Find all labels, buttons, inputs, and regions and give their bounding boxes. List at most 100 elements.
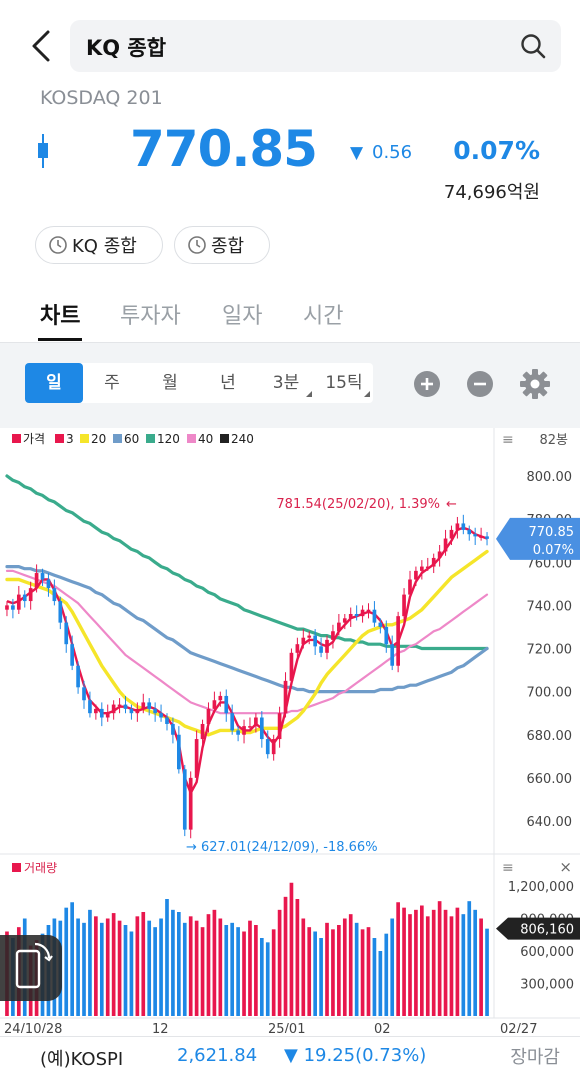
volume-bar [218, 918, 223, 1016]
candle-body [236, 730, 240, 735]
volume-bar [295, 899, 300, 1016]
candle-body [135, 708, 140, 714]
candle-body [105, 713, 110, 718]
volume-bar [224, 925, 229, 1016]
ma40-line [5, 569, 489, 715]
candlestick-icon[interactable] [36, 134, 50, 168]
candle-body [188, 777, 193, 830]
candle-body [402, 594, 406, 617]
price-tick-label: 800.00 [527, 470, 573, 485]
tab-time[interactable]: 시간 [303, 298, 343, 330]
legend-swatch [113, 434, 122, 443]
volume-bar [455, 907, 460, 1016]
candle-body [159, 713, 163, 718]
volume-bar [70, 902, 74, 1016]
search-icon[interactable] [519, 32, 547, 60]
candle-body [366, 609, 371, 612]
volume-bar [348, 914, 353, 1016]
volume-legend-swatch [12, 863, 21, 872]
volume-bar [390, 918, 395, 1016]
chip-label: KQ 종합 [72, 236, 137, 257]
tab-active-indicator [38, 338, 82, 341]
bottom-ticker-bar[interactable]: (예)KOSPI 2,621.84 ▼ 19.25(0.73%) 장마감 [0, 1036, 580, 1071]
max-price-arrow: ← [446, 497, 457, 512]
legend-swatch [146, 434, 155, 443]
legend-swatch [55, 434, 64, 443]
legend-swatch [12, 434, 21, 443]
period-week[interactable]: 주 [83, 363, 141, 403]
candle-body [265, 739, 270, 755]
candle-body [11, 605, 15, 610]
period-tick[interactable]: 15틱 [315, 363, 373, 403]
volume-tick-label: 300,000 [520, 978, 574, 993]
settings-gear-icon[interactable] [519, 368, 551, 400]
volume-bar [283, 896, 288, 1016]
volume-bar [88, 909, 92, 1016]
zoom-out-icon[interactable] [465, 369, 495, 399]
period-day[interactable]: 일 [25, 363, 83, 403]
volume-bar [366, 927, 371, 1016]
volume-bar [319, 938, 323, 1016]
candle-body [22, 594, 27, 602]
legend-label: 가격 [23, 432, 45, 446]
x-tick-label: 02/27 [500, 1022, 537, 1033]
back-button[interactable] [22, 28, 62, 68]
period-year[interactable]: 년 [199, 363, 257, 403]
price-change: 0.56 [372, 142, 413, 163]
legend-swatch [80, 434, 89, 443]
candle-body [70, 644, 74, 666]
index-chip-total[interactable]: 종합 [174, 226, 270, 264]
volume-bar [141, 912, 146, 1016]
rotate-screen-button[interactable] [0, 935, 62, 1001]
candle-body [46, 579, 51, 589]
candle-body [443, 538, 448, 552]
volume-bars: 거래량 [5, 861, 489, 1016]
tab-chart[interactable]: 차트 [40, 298, 80, 330]
legend-label: 3 [66, 432, 74, 446]
x-tick-label: 02 [374, 1022, 391, 1033]
zoom-in-icon[interactable] [412, 369, 442, 399]
search-input[interactable]: KQ 종합 [70, 20, 561, 72]
candle-body [307, 635, 312, 638]
candle-body [479, 536, 483, 538]
period-label: 3분 [272, 373, 300, 393]
candle-body [431, 557, 436, 567]
volume-bar [342, 918, 347, 1016]
ma3-line [6, 526, 488, 795]
dropdown-corner-icon [306, 391, 312, 397]
candle-body [437, 551, 442, 558]
tab-investor[interactable]: 투자자 [120, 298, 181, 330]
candle-body [467, 529, 472, 535]
candle-body [259, 717, 264, 740]
chart-panel[interactable]: 가격3206012040240 거래량 ≡82봉800.00780.00760.… [0, 428, 580, 1033]
volume-bar [473, 909, 478, 1016]
moving-average-lines [5, 474, 489, 795]
min-price-arrow: → [186, 840, 197, 855]
candle-body [289, 652, 294, 681]
candle-body [301, 637, 306, 645]
period-month[interactable]: 월 [141, 363, 199, 403]
tab-daily[interactable]: 일자 [222, 298, 262, 330]
period-minute[interactable]: 3분 [257, 363, 315, 403]
chart-area: 일 주 월 년 3분 15틱 가격 3 20 60 120 40 240 거래량… [0, 343, 580, 1033]
candle-body [111, 704, 116, 714]
volume-bar [64, 907, 69, 1016]
chip-label: 종합 [211, 236, 245, 257]
axis-menu-icon: ≡ [502, 432, 514, 448]
volume-bar [117, 920, 122, 1016]
volume-bar [325, 922, 329, 1016]
candle-body [147, 702, 152, 709]
candle-body [390, 644, 395, 666]
legend-label: 20 [91, 432, 106, 446]
volume-bar [153, 927, 157, 1016]
clock-icon [188, 236, 206, 254]
x-tick-label: 12 [152, 1022, 169, 1033]
index-name: KOSDAQ 201 [40, 87, 163, 109]
price-chart[interactable]: 가격3206012040240 거래량 ≡82봉800.00780.00760.… [0, 428, 580, 1033]
candle-body [194, 739, 199, 778]
index-chip-kq[interactable]: KQ 종합 [35, 226, 163, 264]
volume-tick-label: 600,000 [520, 945, 574, 960]
candle-body [342, 618, 347, 623]
volume-bar [194, 920, 199, 1016]
candle-body [242, 726, 246, 735]
